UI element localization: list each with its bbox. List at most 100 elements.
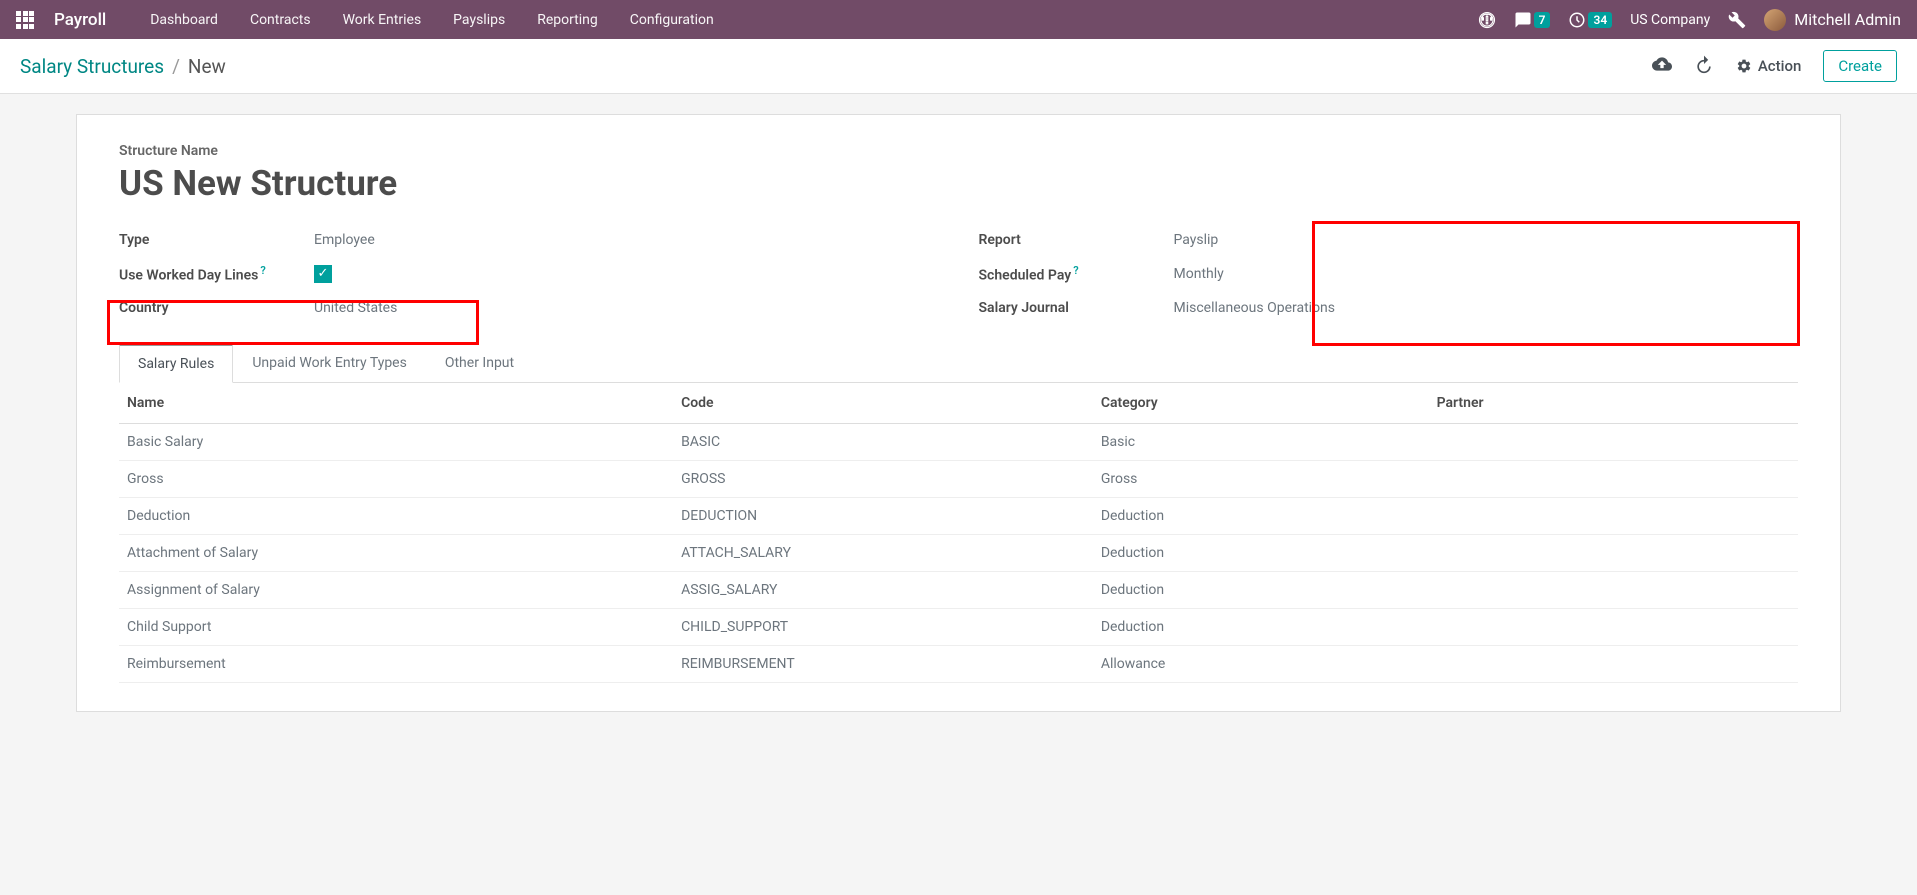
salary-journal-row: Salary Journal Miscellaneous Operations	[979, 292, 1799, 324]
action-button[interactable]: Action	[1736, 57, 1801, 75]
cell-partner	[1429, 608, 1798, 645]
activities-badge: 34	[1588, 12, 1612, 28]
th-code[interactable]: Code	[673, 383, 1093, 424]
cell-name: Basic Salary	[119, 423, 673, 460]
tab-other-input[interactable]: Other Input	[426, 344, 533, 382]
cell-category: Deduction	[1093, 497, 1429, 534]
nav-contracts[interactable]: Contracts	[234, 12, 327, 28]
cell-partner	[1429, 571, 1798, 608]
cell-category: Basic	[1093, 423, 1429, 460]
table-row[interactable]: DeductionDEDUCTIONDeduction	[119, 497, 1798, 534]
scheduled-pay-value[interactable]: Monthly	[1174, 266, 1224, 282]
cell-name: Gross	[119, 460, 673, 497]
cell-name: Reimbursement	[119, 645, 673, 682]
form-col-left: Type Employee Use Worked Day Lines? ✓ Co…	[119, 224, 939, 324]
cloud-icon[interactable]	[1652, 54, 1672, 78]
support-icon[interactable]	[1478, 11, 1496, 29]
cell-code: GROSS	[673, 460, 1093, 497]
table-row[interactable]: GrossGROSSGross	[119, 460, 1798, 497]
table-row[interactable]: Attachment of SalaryATTACH_SALARYDeducti…	[119, 534, 1798, 571]
nav-right: 7 34 US Company Mitchell Admin	[1478, 9, 1901, 31]
content-area: Structure Name US New Structure Type Emp…	[0, 94, 1917, 895]
cell-partner	[1429, 423, 1798, 460]
table-row[interactable]: ReimbursementREIMBURSEMENTAllowance	[119, 645, 1798, 682]
cell-category: Deduction	[1093, 608, 1429, 645]
messages-badge: 7	[1534, 12, 1551, 28]
table-row[interactable]: Basic SalaryBASICBasic	[119, 423, 1798, 460]
action-label: Action	[1758, 57, 1801, 75]
apps-icon[interactable]	[16, 11, 34, 29]
app-name[interactable]: Payroll	[54, 10, 106, 30]
report-row: Report Payslip	[979, 224, 1799, 256]
th-name[interactable]: Name	[119, 383, 673, 424]
nav-payslips[interactable]: Payslips	[437, 12, 521, 28]
cell-partner	[1429, 534, 1798, 571]
country-label: Country	[119, 300, 314, 316]
user-name: Mitchell Admin	[1794, 10, 1901, 29]
tabs: Salary Rules Unpaid Work Entry Types Oth…	[119, 344, 1798, 383]
cell-code: DEDUCTION	[673, 497, 1093, 534]
cell-category: Gross	[1093, 460, 1429, 497]
worked-day-label: Use Worked Day Lines?	[119, 264, 314, 284]
cell-code: ATTACH_SALARY	[673, 534, 1093, 571]
company-switcher[interactable]: US Company	[1630, 12, 1710, 28]
scheduled-pay-row: Scheduled Pay? Monthly	[979, 256, 1799, 292]
cell-code: BASIC	[673, 423, 1093, 460]
user-menu[interactable]: Mitchell Admin	[1764, 9, 1901, 31]
breadcrumb-bar: Salary Structures / New Action Create	[0, 39, 1917, 94]
help-icon[interactable]: ?	[260, 264, 265, 277]
cell-partner	[1429, 460, 1798, 497]
cell-name: Attachment of Salary	[119, 534, 673, 571]
structure-name-value[interactable]: US New Structure	[119, 163, 1798, 204]
table-row[interactable]: Child SupportCHILD_SUPPORTDeduction	[119, 608, 1798, 645]
structure-name-label: Structure Name	[119, 143, 1798, 159]
cell-partner	[1429, 645, 1798, 682]
help-icon[interactable]: ?	[1073, 264, 1078, 277]
cell-category: Deduction	[1093, 571, 1429, 608]
salary-journal-label: Salary Journal	[979, 300, 1174, 316]
salary-journal-value[interactable]: Miscellaneous Operations	[1174, 300, 1336, 316]
th-partner[interactable]: Partner	[1429, 383, 1798, 424]
breadcrumb-separator: /	[172, 55, 180, 78]
report-label: Report	[979, 232, 1174, 248]
cell-name: Child Support	[119, 608, 673, 645]
cell-code: ASSIG_SALARY	[673, 571, 1093, 608]
nav-dashboard[interactable]: Dashboard	[134, 12, 234, 28]
cell-name: Assignment of Salary	[119, 571, 673, 608]
form-col-right: Report Payslip Scheduled Pay? Monthly Sa…	[979, 224, 1799, 324]
tab-unpaid-work[interactable]: Unpaid Work Entry Types	[233, 344, 426, 382]
action-bar: Action Create	[1652, 50, 1897, 82]
cell-name: Deduction	[119, 497, 673, 534]
activities-icon[interactable]: 34	[1568, 11, 1612, 29]
worked-day-checkbox[interactable]: ✓	[314, 265, 332, 283]
nav-configuration[interactable]: Configuration	[614, 12, 730, 28]
breadcrumb: Salary Structures / New	[20, 55, 226, 78]
messages-icon[interactable]: 7	[1514, 11, 1551, 29]
cell-category: Deduction	[1093, 534, 1429, 571]
type-value[interactable]: Employee	[314, 232, 375, 248]
th-category[interactable]: Category	[1093, 383, 1429, 424]
report-value[interactable]: Payslip	[1174, 232, 1219, 248]
cell-category: Allowance	[1093, 645, 1429, 682]
cell-code: REIMBURSEMENT	[673, 645, 1093, 682]
table-row[interactable]: Assignment of SalaryASSIG_SALARYDeductio…	[119, 571, 1798, 608]
type-label: Type	[119, 232, 314, 248]
nav-reporting[interactable]: Reporting	[521, 12, 614, 28]
tab-salary-rules[interactable]: Salary Rules	[119, 344, 233, 383]
type-row: Type Employee	[119, 224, 939, 256]
nav-left: Payroll Dashboard Contracts Work Entries…	[16, 10, 730, 30]
discard-icon[interactable]	[1694, 54, 1714, 78]
nav-work-entries[interactable]: Work Entries	[327, 12, 438, 28]
worked-day-row: Use Worked Day Lines? ✓	[119, 256, 939, 292]
breadcrumb-current: New	[188, 55, 226, 78]
cell-code: CHILD_SUPPORT	[673, 608, 1093, 645]
create-button[interactable]: Create	[1823, 50, 1897, 82]
form-sheet: Structure Name US New Structure Type Emp…	[76, 114, 1841, 712]
country-value[interactable]: United States	[314, 300, 397, 316]
breadcrumb-parent[interactable]: Salary Structures	[20, 55, 164, 78]
cell-partner	[1429, 497, 1798, 534]
country-row: Country United States	[119, 292, 939, 324]
top-navigation: Payroll Dashboard Contracts Work Entries…	[0, 0, 1917, 39]
debug-icon[interactable]	[1728, 11, 1746, 29]
salary-rules-table: Name Code Category Partner Basic SalaryB…	[119, 383, 1798, 683]
